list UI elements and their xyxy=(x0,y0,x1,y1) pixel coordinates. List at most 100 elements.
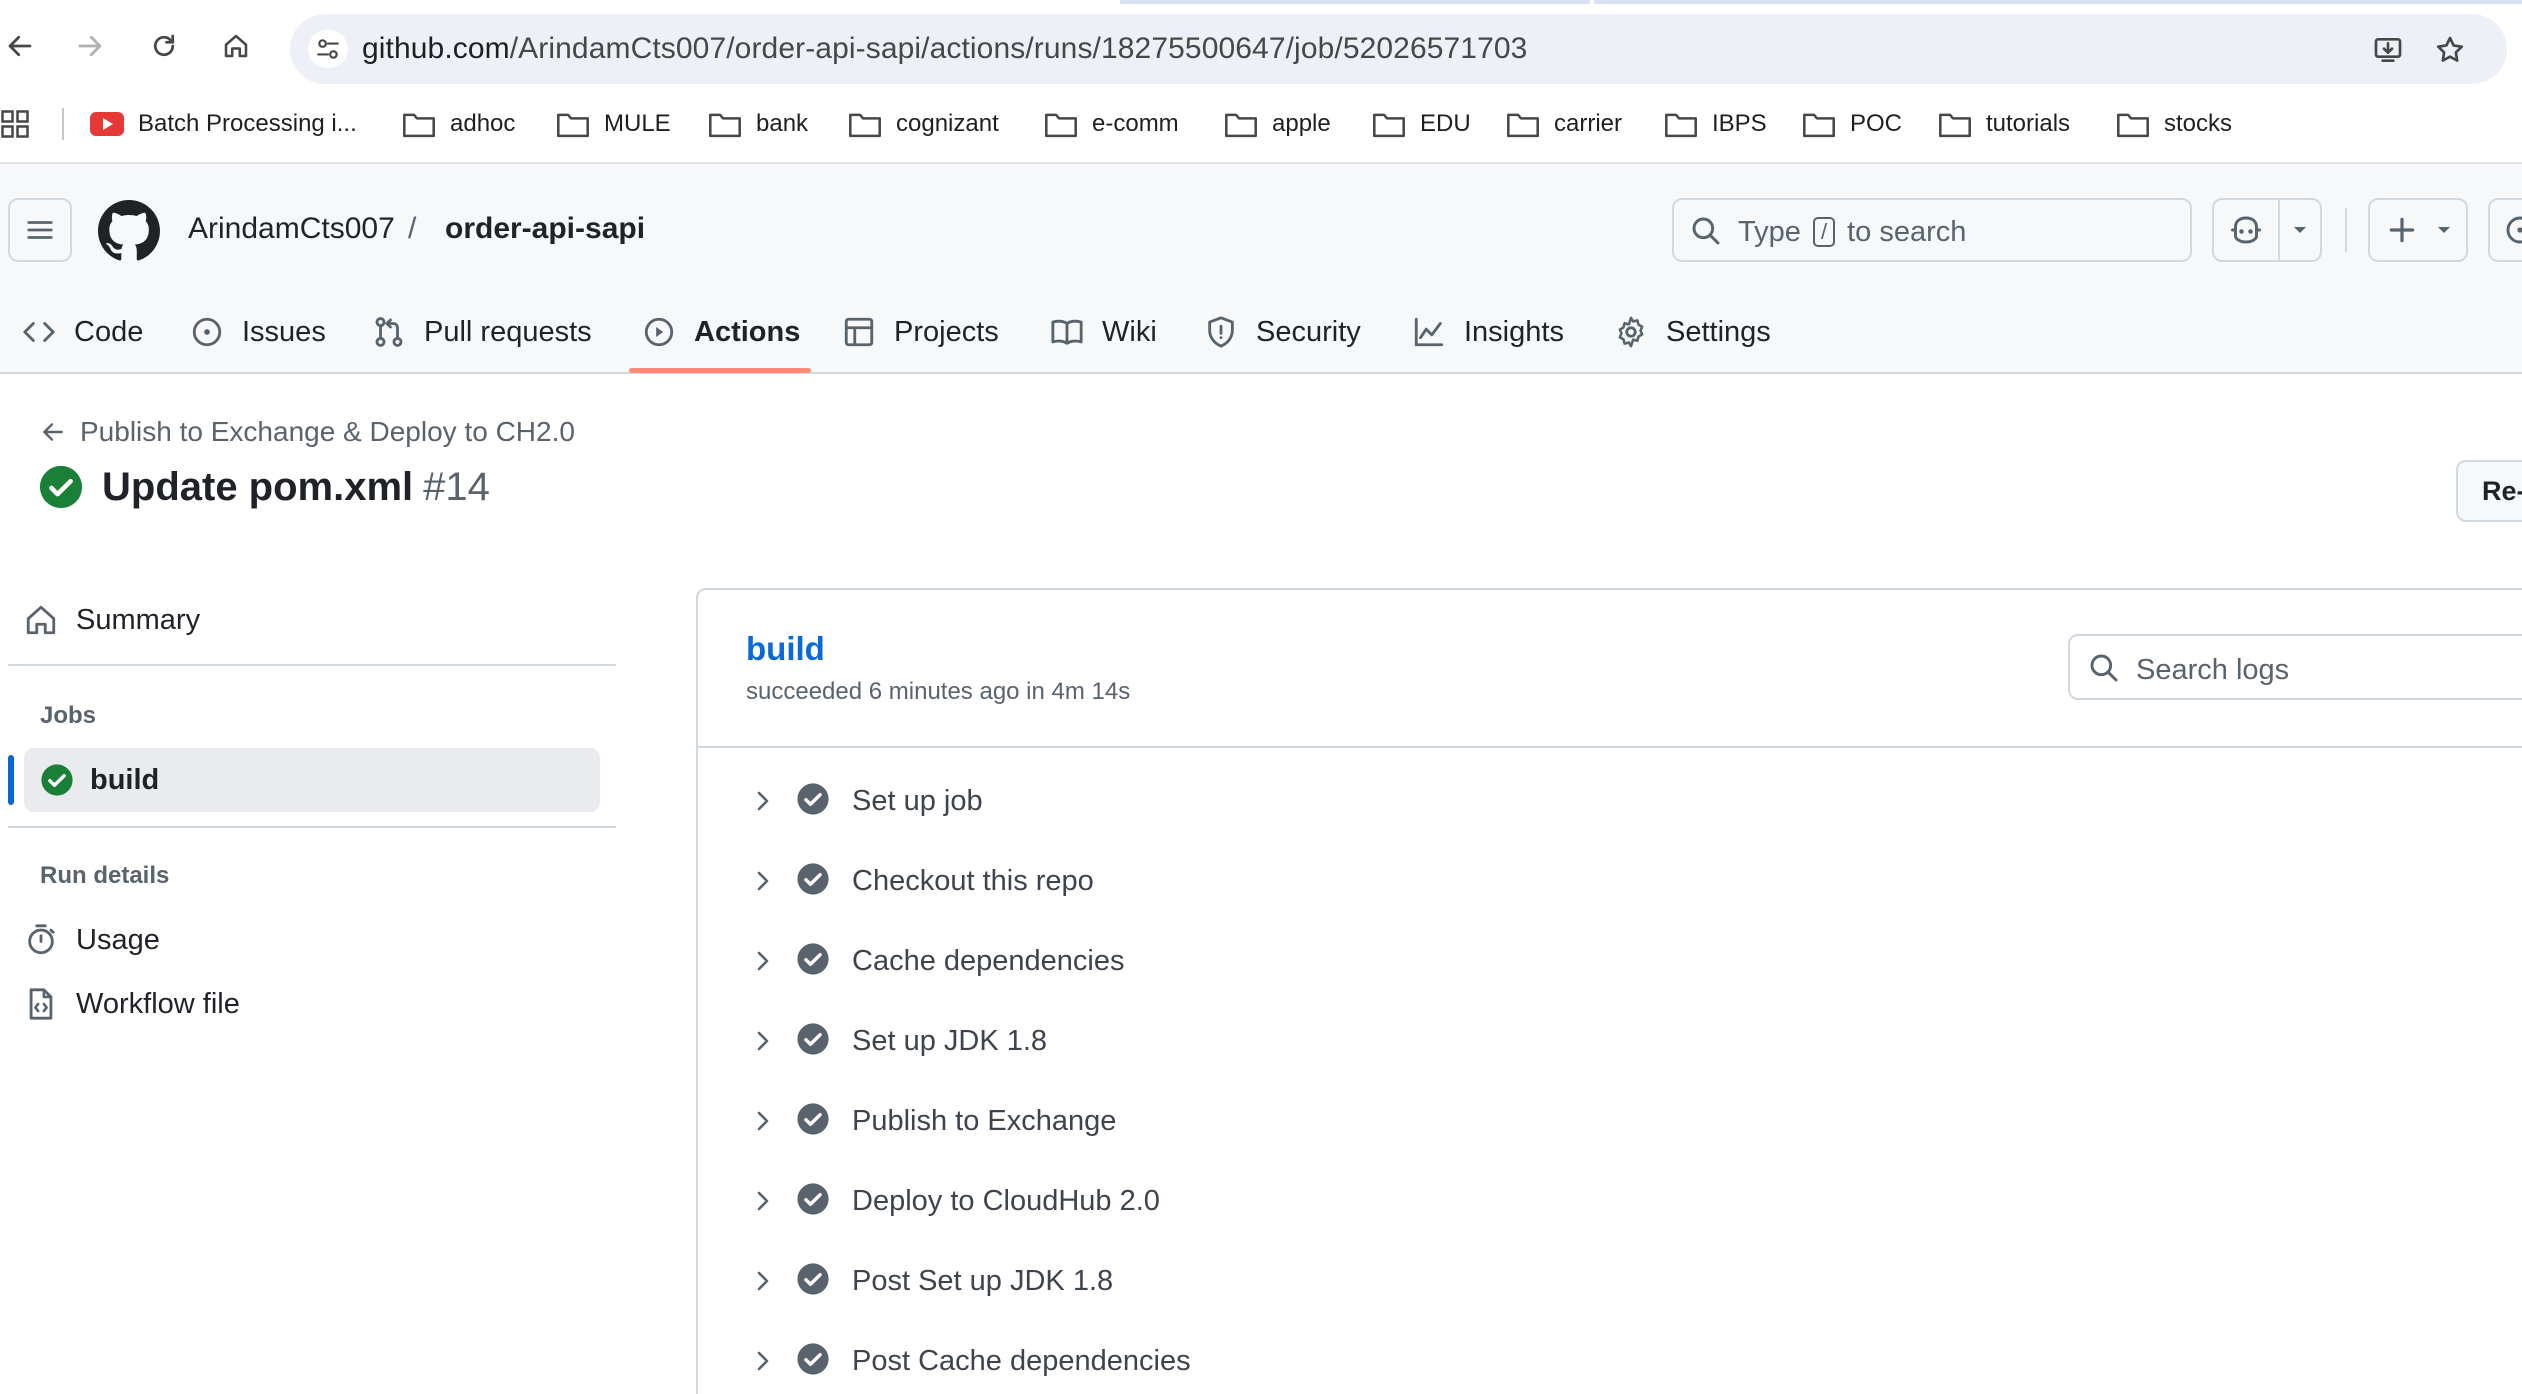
log-step[interactable]: Deploy to CloudHub 2.0 xyxy=(740,1169,2500,1233)
bookmark-batch-processing[interactable]: Batch Processing i... xyxy=(90,106,357,142)
search-logs-placeholder: Search logs xyxy=(2136,654,2290,686)
issues-button[interactable] xyxy=(2488,198,2522,262)
tab-settings[interactable]: Settings xyxy=(1614,292,1771,372)
step-label: Deploy to CloudHub 2.0 xyxy=(852,1184,1160,1217)
bookmarks-separator xyxy=(62,108,64,140)
tab-insights[interactable]: Insights xyxy=(1412,292,1564,372)
run-details-heading: Run details xyxy=(40,862,170,889)
forward-arrow-icon[interactable] xyxy=(70,26,110,66)
job-title-link[interactable]: build xyxy=(746,630,825,668)
log-step[interactable]: Post Cache dependencies xyxy=(740,1329,2500,1393)
bookmark-cognizant[interactable]: cognizant xyxy=(848,106,999,142)
log-step[interactable]: Publish to Exchange xyxy=(740,1089,2500,1153)
bookmark-label: MULE xyxy=(604,110,671,137)
bookmark-label: adhoc xyxy=(450,110,516,137)
active-tab-underline xyxy=(629,368,811,373)
bookmark-bank[interactable]: bank xyxy=(708,106,808,142)
tab-label: Wiki xyxy=(1102,315,1157,348)
site-settings-icon[interactable] xyxy=(308,30,348,68)
breadcrumb-repo[interactable]: order-api-sapi xyxy=(445,212,645,246)
chevron-right-icon[interactable] xyxy=(740,1186,786,1216)
home-icon[interactable] xyxy=(216,26,256,66)
step-label: Post Cache dependencies xyxy=(852,1344,1191,1377)
bookmark-label: cognizant xyxy=(896,110,999,137)
bookmark-label: bank xyxy=(756,110,809,137)
tab-pull-requests[interactable]: Pull requests xyxy=(372,292,592,372)
arrow-left-icon xyxy=(43,423,63,441)
bookmark-ibps[interactable]: IBPS xyxy=(1664,106,1767,142)
sidebar-item-workflow-file[interactable]: Workflow file xyxy=(24,974,240,1034)
check-circle-icon xyxy=(796,1262,830,1301)
sidebar-item-usage[interactable]: Usage xyxy=(24,910,160,970)
check-circle-icon xyxy=(796,1182,830,1221)
folder-icon xyxy=(1803,113,1835,138)
apps-grid-icon[interactable] xyxy=(0,109,30,139)
log-step[interactable]: Checkout this repo xyxy=(740,849,2500,913)
plus-icon xyxy=(2389,217,2415,243)
check-circle-icon xyxy=(796,1102,830,1141)
url-host: github.com xyxy=(362,32,510,65)
pull-request-icon xyxy=(375,317,403,347)
gear-icon xyxy=(1618,316,1644,348)
chevron-right-icon[interactable] xyxy=(740,866,786,896)
tab-security[interactable]: Security xyxy=(1204,292,1361,372)
bookmark-tutorials[interactable]: tutorials xyxy=(1938,106,2070,142)
tab-projects[interactable]: Projects xyxy=(842,292,999,372)
log-step[interactable]: Post Set up JDK 1.8 xyxy=(740,1249,2500,1313)
back-arrow-icon[interactable] xyxy=(0,26,40,66)
copilot-icon xyxy=(2231,216,2261,244)
install-app-icon[interactable] xyxy=(2368,30,2408,70)
chevron-right-icon[interactable] xyxy=(740,1346,786,1376)
global-search-input[interactable]: Type / to search xyxy=(1672,198,2192,262)
step-label: Publish to Exchange xyxy=(852,1104,1117,1137)
search-logs-input[interactable]: Search logs xyxy=(2068,634,2522,700)
bookmark-star-icon[interactable] xyxy=(2430,30,2470,70)
chevron-right-icon[interactable] xyxy=(740,786,786,816)
bookmark-label: stocks xyxy=(2164,110,2233,137)
copilot-button[interactable] xyxy=(2212,198,2322,262)
breadcrumb-owner[interactable]: ArindamCts007 xyxy=(188,212,395,246)
reload-icon[interactable] xyxy=(144,26,184,66)
url-text[interactable]: github.com/ArindamCts007/order-api-sapi/… xyxy=(362,32,1527,66)
workflow-back-link[interactable]: Publish to Exchange & Deploy to CH2.0 xyxy=(40,416,575,448)
tab-issues[interactable]: Issues xyxy=(190,292,326,372)
bookmark-adhoc[interactable]: adhoc xyxy=(402,106,515,142)
breadcrumb-separator: / xyxy=(408,212,417,245)
bookmark-label: IBPS xyxy=(1712,110,1767,137)
bookmark-stocks[interactable]: stocks xyxy=(2116,106,2232,142)
address-bar[interactable]: github.com/ArindamCts007/order-api-sapi/… xyxy=(290,14,2507,84)
menu-icon[interactable] xyxy=(8,198,72,262)
bookmark-poc[interactable]: POC xyxy=(1802,106,1902,142)
log-step[interactable]: Set up JDK 1.8 xyxy=(740,1009,2500,1073)
log-step[interactable]: Cache dependencies xyxy=(740,929,2500,993)
run-title-text: Update pom.xml xyxy=(102,464,414,509)
bookmark-edu[interactable]: EDU xyxy=(1372,106,1471,142)
tab-wiki[interactable]: Wiki xyxy=(1050,292,1157,372)
tab-code[interactable]: Code xyxy=(22,292,143,372)
sidebar-item-summary[interactable]: Summary xyxy=(24,590,200,650)
folder-icon xyxy=(557,113,589,138)
chevron-down-icon xyxy=(2294,227,2306,233)
bookmark-label: e-comm xyxy=(1092,110,1179,137)
bookmark-mule[interactable]: MULE xyxy=(556,106,671,142)
chevron-right-icon[interactable] xyxy=(740,1106,786,1136)
log-step[interactable]: Set up job xyxy=(740,769,2500,833)
chevron-right-icon[interactable] xyxy=(740,946,786,976)
chevron-right-icon[interactable] xyxy=(740,1026,786,1056)
github-logo-icon[interactable] xyxy=(98,200,160,262)
shield-icon xyxy=(1208,316,1234,348)
bookmark-e-comm[interactable]: e-comm xyxy=(1044,106,1179,142)
tab-actions[interactable]: Actions xyxy=(642,292,800,372)
issue-icon xyxy=(2506,216,2522,244)
bookmark-label: tutorials xyxy=(1986,110,2071,137)
run-number: #14 xyxy=(423,464,490,509)
chevron-right-icon[interactable] xyxy=(740,1266,786,1296)
chevron-down-icon xyxy=(2438,227,2450,233)
rerun-jobs-button[interactable]: Re-run all jobs xyxy=(2456,460,2522,522)
issue-icon xyxy=(192,317,222,347)
bookmark-apple[interactable]: apple xyxy=(1224,106,1331,142)
step-label: Set up job xyxy=(852,784,983,817)
create-new-button[interactable] xyxy=(2368,198,2468,262)
bookmark-carrier[interactable]: carrier xyxy=(1506,106,1622,142)
sidebar-job-build[interactable]: build xyxy=(24,748,600,812)
